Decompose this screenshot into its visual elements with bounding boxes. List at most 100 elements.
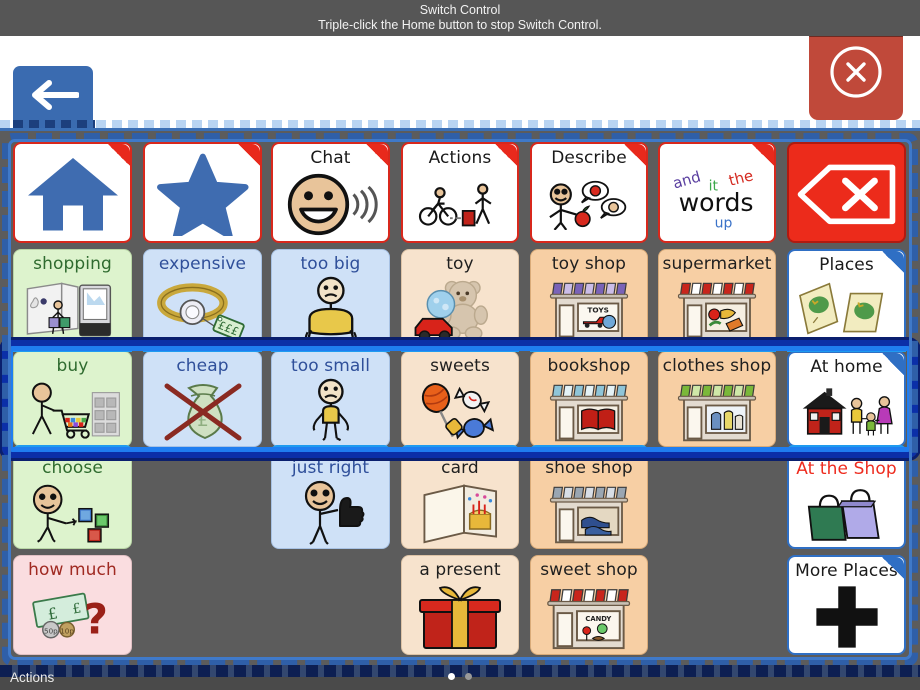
crossed-bag-icon: £ bbox=[144, 376, 261, 446]
svg-text:the: the bbox=[727, 166, 755, 189]
choose-icon bbox=[14, 478, 131, 548]
too-big-icon bbox=[272, 274, 389, 344]
cell-label: At home bbox=[810, 357, 883, 377]
corner-fold-icon bbox=[495, 144, 517, 166]
cell-label: just right bbox=[291, 458, 370, 478]
grid-cell-clothes-shop[interactable]: clothes shop bbox=[658, 351, 776, 447]
app-toolbar bbox=[0, 36, 920, 128]
close-button[interactable] bbox=[809, 28, 903, 120]
supermarket-icon bbox=[659, 274, 775, 344]
cell-label: clothes shop bbox=[662, 356, 772, 376]
svg-text:up: up bbox=[715, 215, 733, 229]
money-question-icon: £ £ 50p 10p ? bbox=[14, 580, 131, 654]
corner-fold-icon bbox=[752, 144, 774, 166]
close-x-icon bbox=[826, 42, 886, 107]
grid-cell-expensive[interactable]: expensive £££ bbox=[143, 249, 262, 345]
grid-cell-toy-shop[interactable]: toy shop TOYS bbox=[530, 249, 648, 345]
cell-label: Chat bbox=[310, 148, 351, 168]
card-icon bbox=[402, 478, 518, 548]
grid-cell-star-icon[interactable] bbox=[143, 142, 262, 243]
house-family-icon bbox=[789, 377, 904, 445]
cell-label: Describe bbox=[551, 148, 627, 168]
svg-text:?: ? bbox=[84, 595, 108, 643]
too-small-icon bbox=[272, 376, 389, 446]
cell-label: bookshop bbox=[547, 356, 631, 376]
corner-fold-icon bbox=[882, 353, 904, 375]
corner-fold-icon bbox=[366, 144, 388, 166]
grid-cell-card[interactable]: card bbox=[401, 453, 519, 549]
grid-cell-buy[interactable]: buy bbox=[13, 351, 132, 447]
back-arrow-icon bbox=[27, 78, 80, 117]
cell-label: supermarket bbox=[662, 254, 772, 274]
back-button[interactable] bbox=[13, 66, 93, 128]
grid-cell-describe[interactable]: Describe bbox=[530, 142, 648, 243]
sweet-shop-icon: CANDY bbox=[531, 580, 647, 654]
toy-shop-icon: TOYS bbox=[531, 274, 647, 344]
grid-cell-a-present[interactable]: a present bbox=[401, 555, 519, 655]
grid-cell-supermarket[interactable]: supermarket bbox=[658, 249, 776, 345]
cell-label: shoe shop bbox=[545, 458, 633, 478]
grid-cell-more-places[interactable]: More Places bbox=[787, 555, 906, 655]
cell-label: cheap bbox=[176, 356, 229, 376]
cell-label: At the Shop bbox=[796, 459, 897, 479]
grid-cell-just-right[interactable]: just right bbox=[271, 453, 390, 549]
grid-cell-toy[interactable]: toy bbox=[401, 249, 519, 345]
corner-fold-icon bbox=[108, 144, 130, 166]
talking-face-icon bbox=[273, 168, 388, 241]
actions-label[interactable]: Actions bbox=[10, 670, 54, 685]
grid-cell-places[interactable]: Places bbox=[787, 249, 906, 345]
grid-cell-how-much[interactable]: how much £ £ 50p 10p ? bbox=[13, 555, 132, 655]
page-dot[interactable] bbox=[448, 673, 455, 680]
grid-cell-too-small[interactable]: too small bbox=[271, 351, 390, 447]
svg-text:50p: 50p bbox=[44, 626, 58, 635]
svg-text:TOYS: TOYS bbox=[587, 306, 609, 315]
corner-fold-icon bbox=[624, 144, 646, 166]
plus-icon bbox=[789, 581, 904, 653]
describe-icon bbox=[532, 168, 646, 241]
corner-fold-icon bbox=[882, 251, 904, 273]
grid-cell-home-icon[interactable] bbox=[13, 142, 132, 243]
cell-label: Places bbox=[819, 255, 874, 275]
cell-label: card bbox=[441, 458, 479, 478]
symbol-grid-area: Chat Actions Describe and it the words up sh… bbox=[0, 131, 920, 665]
page-indicator[interactable] bbox=[448, 673, 472, 680]
bookshop-icon bbox=[531, 376, 647, 446]
cell-label: shopping bbox=[33, 254, 112, 274]
trolley-icon bbox=[14, 376, 131, 446]
maps-icon bbox=[789, 275, 904, 343]
svg-text:CANDY: CANDY bbox=[586, 615, 612, 623]
corner-fold-icon bbox=[238, 144, 260, 166]
sweets-icon bbox=[402, 376, 518, 446]
shopping-bags-icon bbox=[789, 479, 904, 547]
cell-label: toy shop bbox=[551, 254, 627, 274]
cell-label: too big bbox=[300, 254, 361, 274]
cell-label: Actions bbox=[428, 148, 492, 168]
grid-cell-too-big[interactable]: too big bbox=[271, 249, 390, 345]
grid-cell-at-home[interactable]: At home bbox=[787, 351, 906, 447]
grid-cell-sweet-shop[interactable]: sweet shop CANDY bbox=[530, 555, 648, 655]
shop-window-icon bbox=[14, 274, 131, 344]
present-icon bbox=[402, 580, 518, 654]
cell-label: sweet shop bbox=[540, 560, 638, 580]
teddy-car-icon bbox=[402, 274, 518, 344]
grid-cell-word-cloud-icon[interactable]: and it the words up bbox=[658, 142, 776, 243]
corner-fold-icon bbox=[882, 557, 904, 579]
grid-cell-delete-icon[interactable] bbox=[787, 142, 906, 243]
grid-cell-shoe-shop[interactable]: shoe shop bbox=[530, 453, 648, 549]
cell-label: buy bbox=[56, 356, 89, 376]
grid-cell-shopping[interactable]: shopping bbox=[13, 249, 132, 345]
grid-cell-choose[interactable]: choose bbox=[13, 453, 132, 549]
cell-label: a present bbox=[419, 560, 501, 580]
svg-text:10p: 10p bbox=[60, 626, 74, 635]
grid-cell-actions[interactable]: Actions bbox=[401, 142, 519, 243]
cell-label: sweets bbox=[430, 356, 490, 376]
grid-cell-at-the-shop[interactable]: At the Shop bbox=[787, 453, 906, 549]
svg-text:words: words bbox=[679, 187, 754, 216]
grid-cell-chat[interactable]: Chat bbox=[271, 142, 390, 243]
grid-cell-bookshop[interactable]: bookshop bbox=[530, 351, 648, 447]
switch-control-title: Switch Control bbox=[419, 3, 501, 18]
cell-label: too small bbox=[290, 356, 371, 376]
grid-cell-cheap[interactable]: cheap £ bbox=[143, 351, 262, 447]
page-dot[interactable] bbox=[465, 673, 472, 680]
grid-cell-sweets[interactable]: sweets bbox=[401, 351, 519, 447]
